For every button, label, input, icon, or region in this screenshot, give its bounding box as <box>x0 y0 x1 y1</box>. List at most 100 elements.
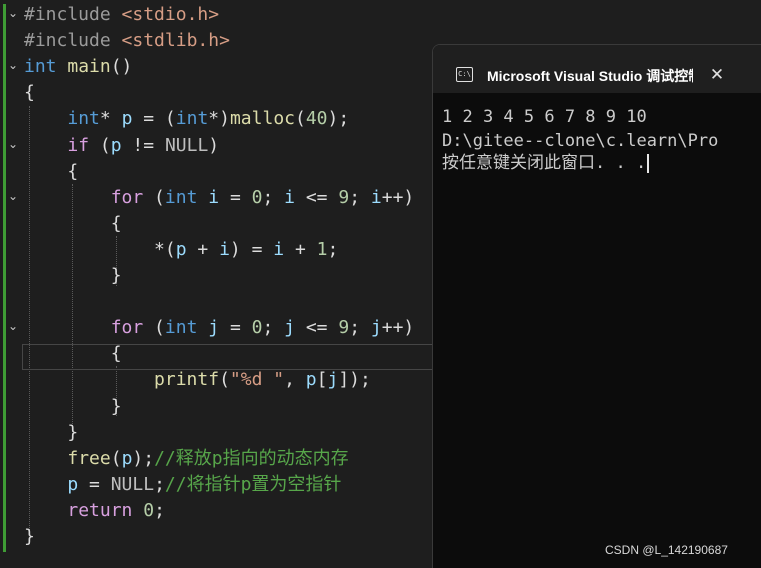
close-icon[interactable]: ✕ <box>705 64 729 86</box>
code-line[interactable]: *(p + i) = i + 1; <box>24 237 338 263</box>
console-title: Microsoft Visual Studio 调试控制台 <box>487 68 693 84</box>
code-token: for <box>110 317 144 339</box>
fold-chevron-icon[interactable]: ⌄ <box>8 52 22 78</box>
code-token: { <box>24 343 122 365</box>
code-line[interactable]: } <box>24 263 122 289</box>
code-token: <= <box>295 186 339 208</box>
code-token: 1 <box>316 238 328 260</box>
code-token: for <box>110 186 144 208</box>
fold-chevron-icon[interactable]: ⌄ <box>8 0 22 26</box>
code-token: ++) <box>381 186 415 208</box>
console-output-line: 按任意键关闭此窗口. . . <box>442 151 649 175</box>
code-token: 9 <box>338 317 350 339</box>
code-token: { <box>24 212 122 234</box>
console-output-line: D:\gitee--clone\c.learn\Pro <box>442 131 719 151</box>
code-token: 9 <box>338 186 350 208</box>
code-token: ; <box>154 499 165 521</box>
console-titlebar[interactable]: C:\ Microsoft Visual Studio 调试控制台 ✕ <box>433 45 761 93</box>
code-token: malloc <box>229 108 295 130</box>
code-token: } <box>24 265 122 286</box>
fold-chevron-icon[interactable]: ⌄ <box>8 313 22 339</box>
code-line[interactable]: { <box>24 211 122 237</box>
code-token: j <box>208 317 220 339</box>
code-line[interactable]: { <box>24 341 122 367</box>
console-output-line: 1 2 3 4 5 6 7 8 9 10 <box>442 107 647 127</box>
code-token: //将指针p置为空指针 <box>164 473 342 495</box>
code-token: <stdlib.h> <box>121 30 230 52</box>
code-line[interactable]: #include <stdlib.h> <box>24 28 230 54</box>
code-line[interactable]: } <box>24 394 122 420</box>
code-token: j <box>370 317 382 339</box>
code-token: free <box>67 447 111 469</box>
code-line[interactable]: } <box>24 524 35 550</box>
code-token: ( <box>143 186 165 208</box>
code-token: } <box>24 421 79 443</box>
code-line[interactable]: free(p);//释放p指向的动态内存 <box>24 446 349 472</box>
fold-chevron-icon[interactable]: ⌄ <box>8 183 22 209</box>
code-line[interactable]: int* p = (int*)malloc(40); <box>24 106 349 132</box>
code-token: } <box>24 395 122 417</box>
code-line[interactable]: for (int i = 0; i <= 9; i++) <box>24 185 415 211</box>
code-line[interactable]: int main() <box>24 54 132 80</box>
code-token: { <box>24 160 79 182</box>
code-token: ( <box>110 447 122 469</box>
code-token: j <box>327 369 339 391</box>
code-token: *( <box>24 238 176 260</box>
code-token: ) <box>208 134 220 156</box>
code-token: //释放p指向的动态内存 <box>154 447 349 469</box>
code-token: ( <box>89 134 111 156</box>
code-line[interactable]: } <box>24 420 78 446</box>
code-token: ( <box>295 108 306 130</box>
code-token: #include <box>24 30 122 52</box>
code-token: = ( <box>132 108 176 130</box>
fold-chevron-icon[interactable]: ⌄ <box>8 131 22 157</box>
code-line[interactable]: { <box>24 80 35 106</box>
code-token: ; <box>262 186 285 208</box>
code-token: <stdio.h> <box>121 4 220 25</box>
code-token: + <box>284 238 317 260</box>
code-token: ; <box>349 186 371 208</box>
code-token: ++) <box>381 317 415 339</box>
code-token: p <box>121 108 133 130</box>
code-line[interactable]: printf("%d ", p[j]); <box>24 367 371 393</box>
code-token: if <box>67 134 90 156</box>
code-token: i <box>284 186 295 208</box>
code-token: int <box>164 317 198 339</box>
code-line[interactable]: if (p != NULL) <box>24 133 219 159</box>
code-token: = <box>219 317 252 339</box>
code-token: <= <box>295 317 339 339</box>
code-token: p <box>67 473 79 495</box>
code-token: NULL <box>110 473 155 495</box>
debug-console-window[interactable]: C:\ Microsoft Visual Studio 调试控制台 ✕ 1 2 … <box>432 44 761 568</box>
change-tracking-bar <box>3 4 6 552</box>
code-token: i <box>219 238 230 260</box>
code-token: p <box>305 369 317 391</box>
code-line[interactable]: return 0; <box>24 498 165 524</box>
code-token: } <box>24 526 35 547</box>
code-token: 0 <box>251 186 263 208</box>
code-token: i <box>273 238 285 260</box>
code-token: = <box>78 473 111 495</box>
code-token: ; <box>327 238 339 260</box>
code-token: int <box>67 108 100 130</box>
code-token: "%d " <box>229 369 285 391</box>
code-token: p <box>121 447 133 469</box>
code-token: int <box>24 56 68 78</box>
code-line[interactable]: p = NULL;//将指针p置为空指针 <box>24 472 341 498</box>
code-token: NULL <box>164 134 209 156</box>
code-token: () <box>110 56 133 78</box>
code-token: ) = <box>229 238 274 260</box>
code-line[interactable]: #include <stdio.h> <box>24 2 219 28</box>
terminal-icon: C:\ <box>456 67 473 82</box>
code-token: i <box>208 186 220 208</box>
code-token: = <box>219 186 252 208</box>
code-line[interactable]: for (int j = 0; j <= 9; j++) <box>24 315 415 341</box>
code-token: #include <box>24 4 122 25</box>
code-line[interactable]: { <box>24 159 78 185</box>
